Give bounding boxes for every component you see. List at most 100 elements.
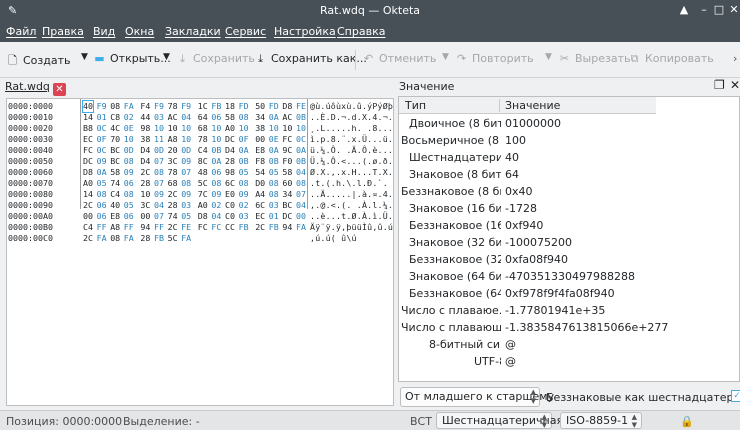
close-tab-icon[interactable]: ✕ xyxy=(52,83,66,96)
hex-byte[interactable]: DC xyxy=(225,134,235,145)
hex-byte[interactable]: E8 xyxy=(255,145,265,156)
hex-byte[interactable]: FE xyxy=(296,101,306,112)
value-row[interactable]: Беззнаковое (8 бит... 0x40 xyxy=(399,183,656,200)
undo-dropdown-icon[interactable]: ▼ xyxy=(442,52,449,62)
menu-help[interactable]: Справка xyxy=(337,25,385,38)
menu-file[interactable]: Файл xyxy=(6,25,36,38)
hex-byte[interactable]: 14 xyxy=(83,112,93,123)
hex-byte[interactable]: 02 xyxy=(211,200,221,211)
hex-byte[interactable]: FC xyxy=(211,222,221,233)
value-row[interactable]: 8-битный символ @ xyxy=(399,336,656,353)
toolbar-overflow-icon[interactable]: › xyxy=(733,52,737,65)
hex-byte[interactable]: C4 xyxy=(83,222,93,233)
hex-byte[interactable]: 0B xyxy=(296,112,306,123)
hex-byte[interactable]: E8 xyxy=(110,211,120,222)
hex-byte[interactable]: FE xyxy=(181,222,191,233)
hex-byte[interactable]: 10 xyxy=(124,134,134,145)
save-button[interactable]: ⤓ Сохранить xyxy=(176,52,255,66)
hex-byte[interactable]: 01 xyxy=(269,211,279,222)
value-coding-select[interactable]: Шестнадцатеричная ▲ ▼ xyxy=(436,412,563,429)
hex-byte[interactable]: 0A xyxy=(97,167,107,178)
hex-byte[interactable]: 06 xyxy=(124,178,134,189)
value-row[interactable]: Знаковое (16 битов) -1728 xyxy=(399,200,656,217)
hex-byte[interactable]: FD xyxy=(239,101,249,112)
hex-byte[interactable]: 10 xyxy=(269,123,279,134)
value-cell[interactable]: -1728 xyxy=(505,200,537,217)
hex-byte[interactable]: 06 xyxy=(211,112,221,123)
insert-mode-indicator[interactable]: ВСТ xyxy=(410,415,432,428)
hex-byte[interactable]: B8 xyxy=(83,123,93,134)
hex-byte[interactable]: 05 xyxy=(97,178,107,189)
hex-byte[interactable]: 10 xyxy=(168,123,178,134)
value-cell[interactable]: -1.3835847613815066e+277 xyxy=(505,319,668,336)
hex-byte[interactable]: 70 xyxy=(110,134,120,145)
hex-byte[interactable]: FA xyxy=(296,222,306,233)
hex-byte[interactable]: A0 xyxy=(198,200,208,211)
copy-button[interactable]: ⧉ Копировать xyxy=(628,52,714,66)
keep-above-icon[interactable]: ▲ xyxy=(676,3,692,16)
hex-byte[interactable]: 04 xyxy=(181,112,191,123)
hex-byte[interactable]: 05 xyxy=(181,211,191,222)
char-column-text[interactable]: Ü.¼.Ô.<...(.ø.ð. xyxy=(310,156,393,167)
hex-byte[interactable]: 07 xyxy=(296,189,306,200)
hex-byte[interactable]: 50 xyxy=(255,101,265,112)
hex-byte[interactable]: 0E xyxy=(269,134,279,145)
hex-byte[interactable]: 6C xyxy=(255,200,265,211)
char-column-text[interactable]: ,ú.ú( û\ú xyxy=(310,233,357,244)
hex-byte[interactable]: 08 xyxy=(239,178,249,189)
hex-byte[interactable]: A0 xyxy=(83,178,93,189)
char-column-text[interactable]: .t.(.h.\.l.Ð.`. xyxy=(310,178,388,189)
char-column-text[interactable]: ì.p.8.¨.x.Ü...ü. xyxy=(310,134,393,145)
hex-byte[interactable]: FA xyxy=(97,233,107,244)
hex-byte[interactable]: 40 xyxy=(82,100,94,113)
redo-button[interactable]: ↷ Повторить xyxy=(455,52,534,65)
hex-byte[interactable]: 1C xyxy=(198,101,208,112)
char-column-text[interactable]: ¸.L.....h. .8... xyxy=(310,123,393,134)
hex-byte[interactable]: 0A xyxy=(211,156,221,167)
value-row[interactable]: Беззнаковое (64 б... 0xf978f9f4fa08f940 xyxy=(399,285,656,302)
hex-byte[interactable]: 68 xyxy=(168,178,178,189)
menu-settings[interactable]: Настройка xyxy=(274,25,336,38)
hex-byte[interactable]: 54 xyxy=(255,167,265,178)
char-column-text[interactable]: @ù.úôùxù.û.ýPýØþ xyxy=(310,101,393,112)
hex-byte[interactable]: 06 xyxy=(124,211,134,222)
hex-byte[interactable]: 48 xyxy=(198,167,208,178)
hex-byte[interactable]: 09 xyxy=(97,156,107,167)
hex-byte[interactable]: FA xyxy=(124,101,134,112)
hex-byte[interactable]: FF xyxy=(124,222,134,233)
hex-byte[interactable]: 08 xyxy=(154,167,164,178)
hex-byte[interactable]: 20 xyxy=(168,145,178,156)
hex-byte[interactable]: FC xyxy=(83,145,93,156)
menu-edit[interactable]: Правка xyxy=(42,25,84,38)
hex-byte[interactable]: EC xyxy=(255,211,265,222)
hex-byte[interactable]: 58 xyxy=(110,167,120,178)
hex-byte[interactable]: 0B xyxy=(239,156,249,167)
hex-byte[interactable]: 8C xyxy=(198,156,208,167)
hex-byte[interactable]: F9 xyxy=(154,101,164,112)
hex-byte[interactable]: C8 xyxy=(110,112,120,123)
hex-byte[interactable]: 08 xyxy=(124,156,134,167)
hex-byte[interactable]: 03 xyxy=(181,200,191,211)
hex-byte[interactable]: 09 xyxy=(181,156,191,167)
hex-byte[interactable]: 0F xyxy=(239,134,249,145)
hex-byte[interactable]: 2C xyxy=(168,222,178,233)
hex-byte[interactable]: 0C xyxy=(97,123,107,134)
hex-byte[interactable]: 14 xyxy=(83,189,93,200)
hex-byte[interactable]: 44 xyxy=(140,112,150,123)
hex-byte[interactable]: 38 xyxy=(140,134,150,145)
hex-byte[interactable]: 08 xyxy=(296,178,306,189)
hex-byte[interactable]: 28 xyxy=(140,233,150,244)
value-row[interactable]: UTF-8 @ xyxy=(399,353,656,370)
hex-byte[interactable]: 78 xyxy=(168,101,178,112)
hex-byte[interactable]: FF xyxy=(154,222,164,233)
hex-view[interactable]: 0000:0000 40 F9 08 FA F4 F9 78 F9 1C FB 18 FD 50 FD D8 F… xyxy=(6,98,394,406)
hex-byte[interactable]: 06 xyxy=(211,167,221,178)
char-column-text[interactable]: Ø.X.,.x.H...T.X. xyxy=(310,167,393,178)
hex-byte[interactable]: 10 xyxy=(296,123,306,134)
hex-byte[interactable]: 0A xyxy=(269,145,279,156)
hex-byte[interactable]: F8 xyxy=(255,156,265,167)
value-cell[interactable]: @ xyxy=(505,353,516,370)
hex-byte[interactable]: FA xyxy=(124,233,134,244)
hex-byte[interactable]: 02 xyxy=(124,112,134,123)
hex-byte[interactable]: 05 xyxy=(239,167,249,178)
